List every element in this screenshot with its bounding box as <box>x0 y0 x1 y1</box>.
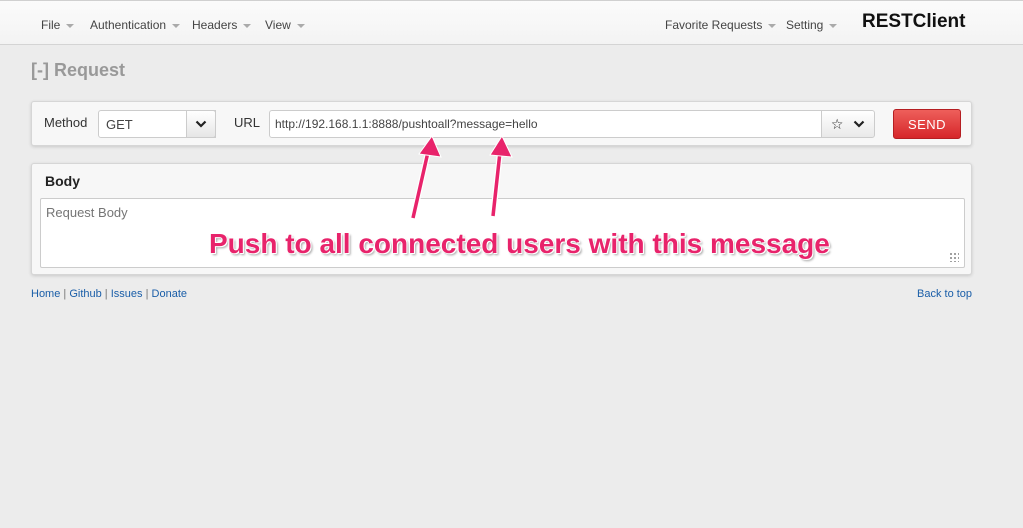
resize-grip-icon[interactable] <box>949 252 959 262</box>
menu-favorite-requests[interactable]: Favorite Requests <box>665 18 777 32</box>
caret-down-icon <box>768 24 777 28</box>
top-navbar: File Authentication Headers View Favorit… <box>0 0 1023 45</box>
footer-link-issues[interactable]: Issues <box>111 288 143 300</box>
annotation-caption: Push to all connected users with this me… <box>209 228 830 259</box>
send-button[interactable]: SEND <box>893 109 961 139</box>
favorite-star-icon[interactable]: ☆ <box>831 117 844 131</box>
caret-down-icon <box>66 24 75 28</box>
request-section-toggle[interactable]: [-] Request <box>31 60 125 81</box>
chevron-down-icon <box>195 120 207 128</box>
footer-link-donate[interactable]: Donate <box>152 288 187 300</box>
menu-authentication-label: Authentication <box>90 18 167 32</box>
footer-link-home[interactable]: Home <box>31 288 60 300</box>
request-panel: Method GET URL ☆ SEND <box>31 101 972 146</box>
menu-setting[interactable]: Setting <box>786 18 838 32</box>
menu-setting-label: Setting <box>786 18 824 32</box>
menu-view-label: View <box>265 18 291 32</box>
menu-file-label: File <box>41 18 61 32</box>
menu-file[interactable]: File <box>41 18 75 32</box>
back-to-top-link[interactable]: Back to top <box>917 288 972 300</box>
method-dropdown-button[interactable] <box>186 110 216 138</box>
body-title: Body <box>45 173 80 189</box>
footer-links: Home | Github | Issues | Donate <box>31 288 187 300</box>
method-label: Method <box>44 115 88 130</box>
menu-view[interactable]: View <box>265 18 305 32</box>
caret-down-icon <box>243 24 252 28</box>
url-actions: ☆ <box>821 110 875 138</box>
url-label: URL <box>234 115 261 130</box>
brand-logo[interactable]: RESTClient <box>862 11 965 33</box>
caret-down-icon <box>296 24 305 28</box>
caret-down-icon <box>172 24 181 28</box>
footer-link-github[interactable]: Github <box>69 288 101 300</box>
menu-headers[interactable]: Headers <box>192 18 252 32</box>
caret-down-icon <box>829 24 838 28</box>
url-input[interactable] <box>269 110 822 138</box>
chevron-down-icon[interactable] <box>853 120 865 128</box>
menu-headers-label: Headers <box>192 18 238 32</box>
menu-authentication[interactable]: Authentication <box>90 18 181 32</box>
menu-favorite-requests-label: Favorite Requests <box>665 18 763 32</box>
